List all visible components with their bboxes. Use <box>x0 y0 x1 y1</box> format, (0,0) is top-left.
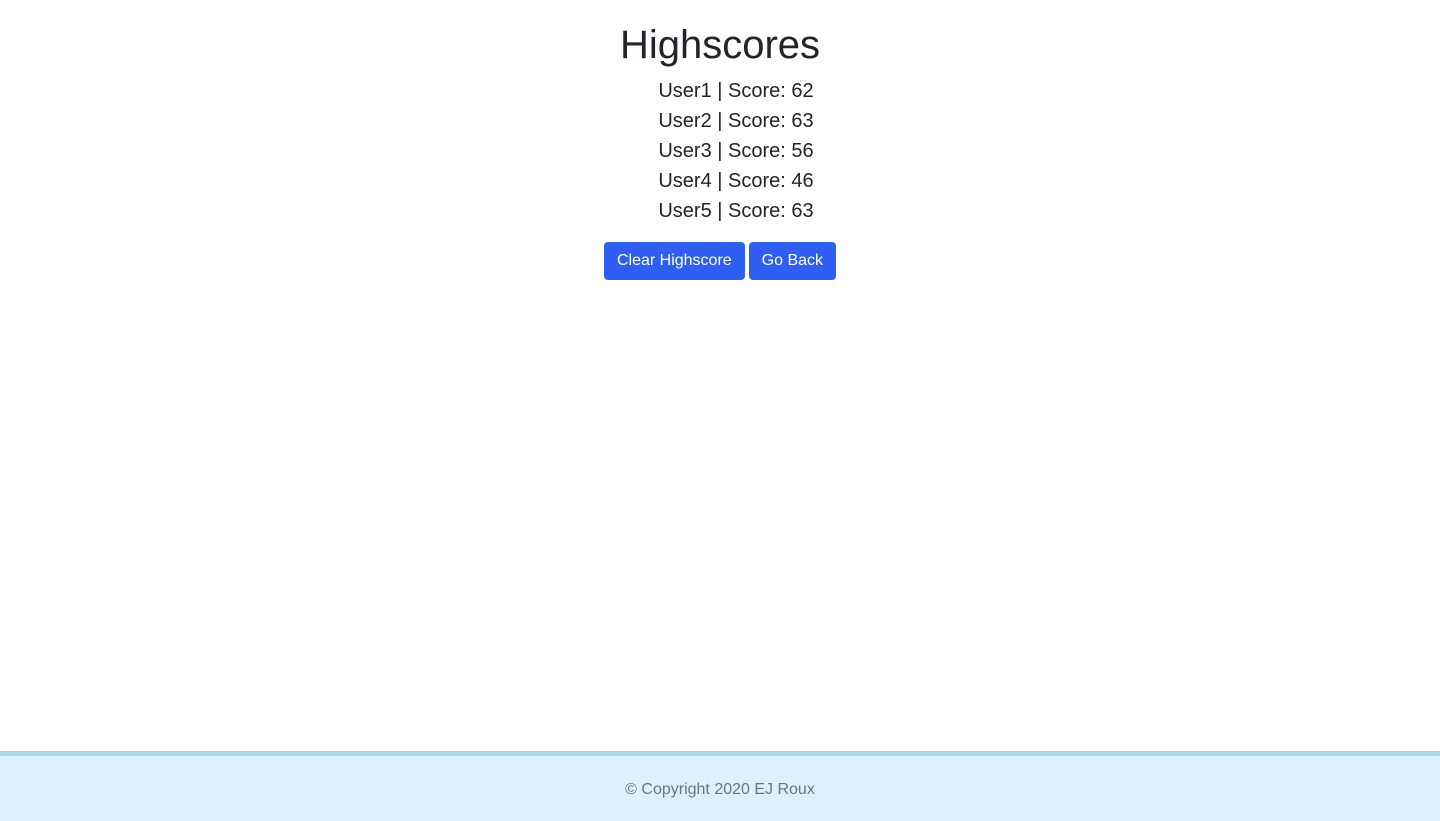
highscore-item: User1 | Score: 62 <box>658 80 814 102</box>
go-back-button[interactable]: Go Back <box>748 242 837 280</box>
highscore-item: User2 | Score: 63 <box>658 110 814 132</box>
highscore-item: User5 | Score: 63 <box>658 200 814 222</box>
main-content: Highscores User1 | Score: 62 User2 | Sco… <box>0 0 1440 280</box>
footer: © Copyright 2020 EJ Roux <box>0 751 1440 821</box>
copyright-text: © Copyright 2020 EJ Roux <box>625 781 815 798</box>
highscore-item: User4 | Score: 46 <box>658 170 814 192</box>
highscores-page: Highscores User1 | Score: 62 User2 | Sco… <box>0 0 1440 821</box>
clear-highscore-button[interactable]: Clear Highscore <box>603 242 745 280</box>
page-title: Highscores <box>619 23 821 67</box>
highscore-item: User3 | Score: 56 <box>658 140 814 162</box>
action-buttons: Clear Highscore Go Back <box>0 242 1440 280</box>
highscore-list: User1 | Score: 62 User2 | Score: 63 User… <box>0 76 1440 226</box>
